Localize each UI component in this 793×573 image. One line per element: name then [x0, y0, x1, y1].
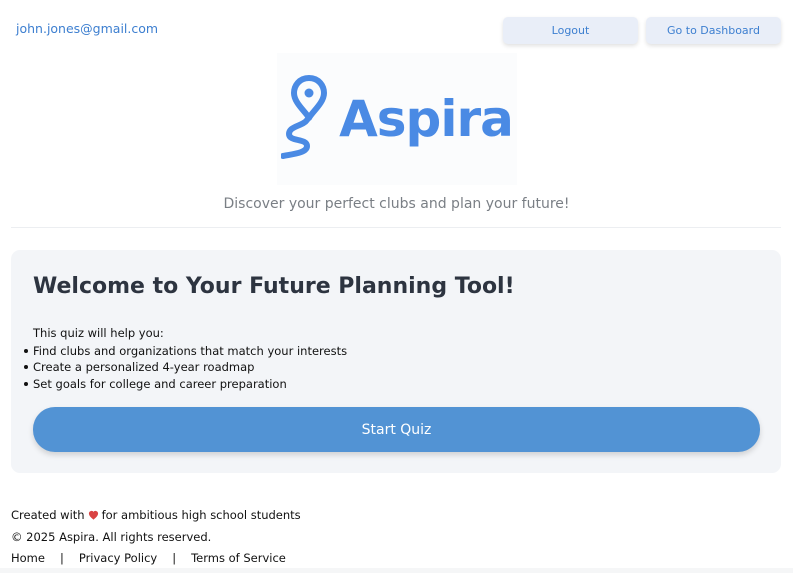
card-intro: This quiz will help you:: [33, 326, 164, 340]
heart-icon: [88, 510, 99, 521]
footer-separator: |: [172, 551, 177, 565]
card-title: Welcome to Your Future Planning Tool!: [33, 274, 515, 299]
footer-created: Created with for ambitious high school s…: [11, 508, 301, 522]
list-item: Find clubs and organizations that match …: [23, 344, 348, 358]
bottom-strip: [0, 568, 793, 573]
page: john.jones@gmail.com Logout Go to Dashbo…: [0, 0, 793, 573]
user-email: john.jones@gmail.com: [16, 21, 159, 36]
logo: Aspira: [277, 53, 517, 185]
footer-links: Home | Privacy Policy | Terms of Service: [11, 551, 286, 565]
divider: [11, 227, 781, 228]
list-item: Create a personalized 4-year roadmap: [23, 359, 347, 375]
footer-separator: |: [59, 551, 64, 565]
list-item: Set goals for college and career prepara…: [23, 376, 347, 392]
benefits-list: Find clubs and organizations that match …: [23, 343, 348, 392]
start-quiz-button[interactable]: Start Quiz: [33, 407, 760, 452]
created-suffix: for ambitious high school students: [101, 508, 301, 522]
footer-link-home[interactable]: Home: [11, 551, 45, 565]
tagline: Discover your perfect clubs and plan you…: [223, 196, 570, 212]
welcome-card: Welcome to Your Future Planning Tool! Th…: [11, 250, 781, 473]
logout-button[interactable]: Logout: [503, 17, 638, 44]
footer-link-terms-of-service[interactable]: Terms of Service: [191, 551, 286, 565]
copyright: © 2025 Aspira. All rights reserved.: [11, 530, 212, 544]
map-pin-route-icon: [280, 74, 331, 164]
go-to-dashboard-button[interactable]: Go to Dashboard: [646, 17, 781, 44]
brand-name: Aspira: [339, 90, 514, 148]
created-prefix: Created with: [11, 508, 85, 522]
footer-link-privacy-policy[interactable]: Privacy Policy: [79, 551, 157, 565]
